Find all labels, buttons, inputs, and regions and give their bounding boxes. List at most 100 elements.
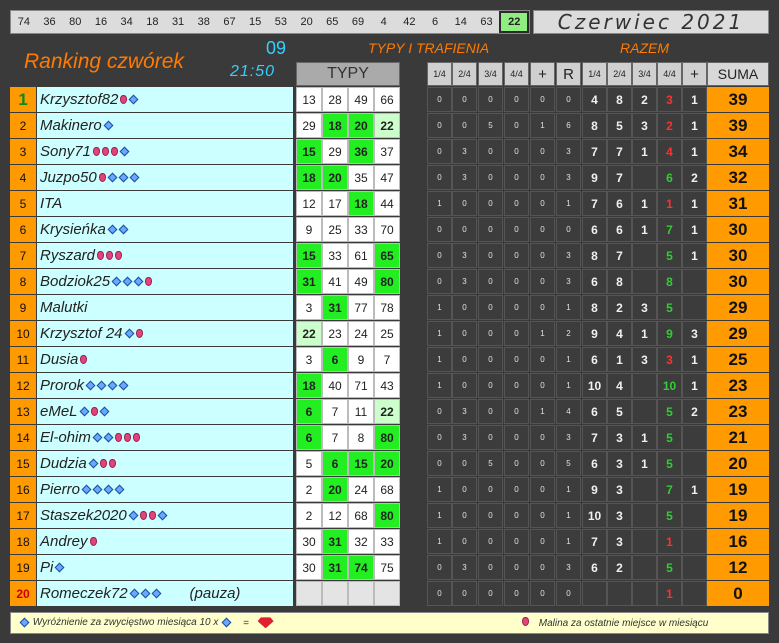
diamond-icon <box>128 510 139 521</box>
stat-cell: 0 <box>530 87 555 112</box>
razem-cell <box>632 243 657 268</box>
razem-cell: 5 <box>657 503 682 528</box>
typ-cell: 6 <box>322 347 348 372</box>
typ-cell: 32 <box>348 529 374 554</box>
diamond-icon <box>118 224 129 235</box>
diamond-icon <box>88 458 99 469</box>
sum-cell: 23 <box>707 373 769 398</box>
sum-cell: 31 <box>707 191 769 216</box>
razem-cell: 2 <box>682 165 707 190</box>
player-name: Pi <box>40 559 54 576</box>
drawn-number: 15 <box>249 16 262 28</box>
pause-note: (pauza) <box>189 585 241 602</box>
razem-cell: 5 <box>607 113 632 138</box>
player-name-cell: Malutki <box>37 295 293 320</box>
razem-cell <box>682 451 707 476</box>
razem-cell: 2 <box>607 555 632 580</box>
stat-cell: 0 <box>530 139 555 164</box>
typ-cell: 6 <box>322 451 348 476</box>
rank-cell: 17 <box>10 503 36 528</box>
razem-cell: 1 <box>682 347 707 372</box>
legend-left: Wyróżnienie za zwycięstwo miesiąca 10 x … <box>19 617 274 629</box>
month-label: Czerwiec 2021 <box>533 10 769 34</box>
stat-cell: 0 <box>556 217 581 242</box>
stat-cell: 3 <box>452 243 477 268</box>
stat-cell: 2 <box>556 321 581 346</box>
stat-cell: 0 <box>504 217 529 242</box>
typ-cell: 2 <box>296 503 322 528</box>
razem-cell: 6 <box>657 165 682 190</box>
razem-cell: 2 <box>607 295 632 320</box>
typ-cell: 6 <box>296 399 322 424</box>
stat-cell: 0 <box>452 321 477 346</box>
player-name: Makinero <box>40 117 102 134</box>
stat-cell: 3 <box>452 269 477 294</box>
sum-cell: 29 <box>707 321 769 346</box>
stat-cell: 0 <box>478 243 503 268</box>
diamond-icon <box>54 562 65 573</box>
stat-cell: 0 <box>427 87 452 112</box>
header-col-mid: 3/4 <box>478 62 503 86</box>
sum-cell: 25 <box>707 347 769 372</box>
stat-cell: 0 <box>504 555 529 580</box>
stat-cell: 1 <box>530 113 555 138</box>
stat-cell: 0 <box>530 373 555 398</box>
typ-cell: 2 <box>296 477 322 502</box>
typ-cell: 18 <box>296 165 322 190</box>
awards <box>79 355 88 364</box>
razem-cell: 3 <box>632 295 657 320</box>
stat-cell: 0 <box>504 477 529 502</box>
stat-cell: 3 <box>556 555 581 580</box>
stat-cell: 0 <box>427 243 452 268</box>
stat-cell: 0 <box>478 321 503 346</box>
typ-cell: 15 <box>296 243 322 268</box>
razem-cell: 8 <box>607 269 632 294</box>
stat-cell: 0 <box>478 295 503 320</box>
stat-cell: 3 <box>452 399 477 424</box>
typ-cell: 74 <box>348 555 374 580</box>
typ-cell: 3 <box>296 347 322 372</box>
stat-cell: 0 <box>452 191 477 216</box>
razem-cell: 7 <box>607 139 632 164</box>
diamond-icon <box>81 484 92 495</box>
stat-cell: 0 <box>478 165 503 190</box>
table-row: 4 Juzpo50 18 20 35 47 0 3 0 0 0 3 9 7 6 2 32 <box>10 165 769 191</box>
razem-cell <box>632 581 657 606</box>
razem-cell: 1 <box>682 373 707 398</box>
razem-cell: 10 <box>657 373 682 398</box>
drawn-number: 38 <box>197 16 210 28</box>
awards <box>119 94 139 105</box>
rank-cell: 3 <box>10 139 36 164</box>
drawn-number: 31 <box>171 16 185 28</box>
razem-cell: 8 <box>582 113 607 138</box>
raspberry-icon <box>522 617 529 626</box>
rank-cell: 15 <box>10 451 36 476</box>
razem-cell: 6 <box>582 399 607 424</box>
typ-cell: 31 <box>322 295 348 320</box>
awards <box>81 484 125 495</box>
rank-cell: 6 <box>10 217 36 242</box>
razem-cell: 10 <box>582 373 607 398</box>
header-col-razem: + <box>682 62 707 86</box>
razem-cell: 4 <box>607 321 632 346</box>
diamond-icon <box>19 617 30 628</box>
typ-cell <box>374 581 400 606</box>
razem-cell <box>682 555 707 580</box>
player-name: Staszek2020 <box>40 507 127 524</box>
stat-cell: 3 <box>452 555 477 580</box>
diamond-icon <box>103 484 114 495</box>
diamond-icon <box>114 484 125 495</box>
razem-cell <box>682 269 707 294</box>
stat-cell: 0 <box>530 243 555 268</box>
awards <box>92 432 141 443</box>
typ-cell: 40 <box>322 373 348 398</box>
header-col-razem: 1/4 <box>582 62 607 86</box>
player-name-cell: El-ohim <box>37 425 293 450</box>
drawn-number: 69 <box>351 16 365 28</box>
stat-cell: 0 <box>530 451 555 476</box>
legend-left-text: Wyróżnienie za zwycięstwo miesiąca 10 x <box>32 617 219 629</box>
stat-cell: 3 <box>556 243 581 268</box>
sum-cell: 39 <box>707 113 769 138</box>
raspberry-icon <box>98 173 106 182</box>
razem-cell: 5 <box>607 399 632 424</box>
